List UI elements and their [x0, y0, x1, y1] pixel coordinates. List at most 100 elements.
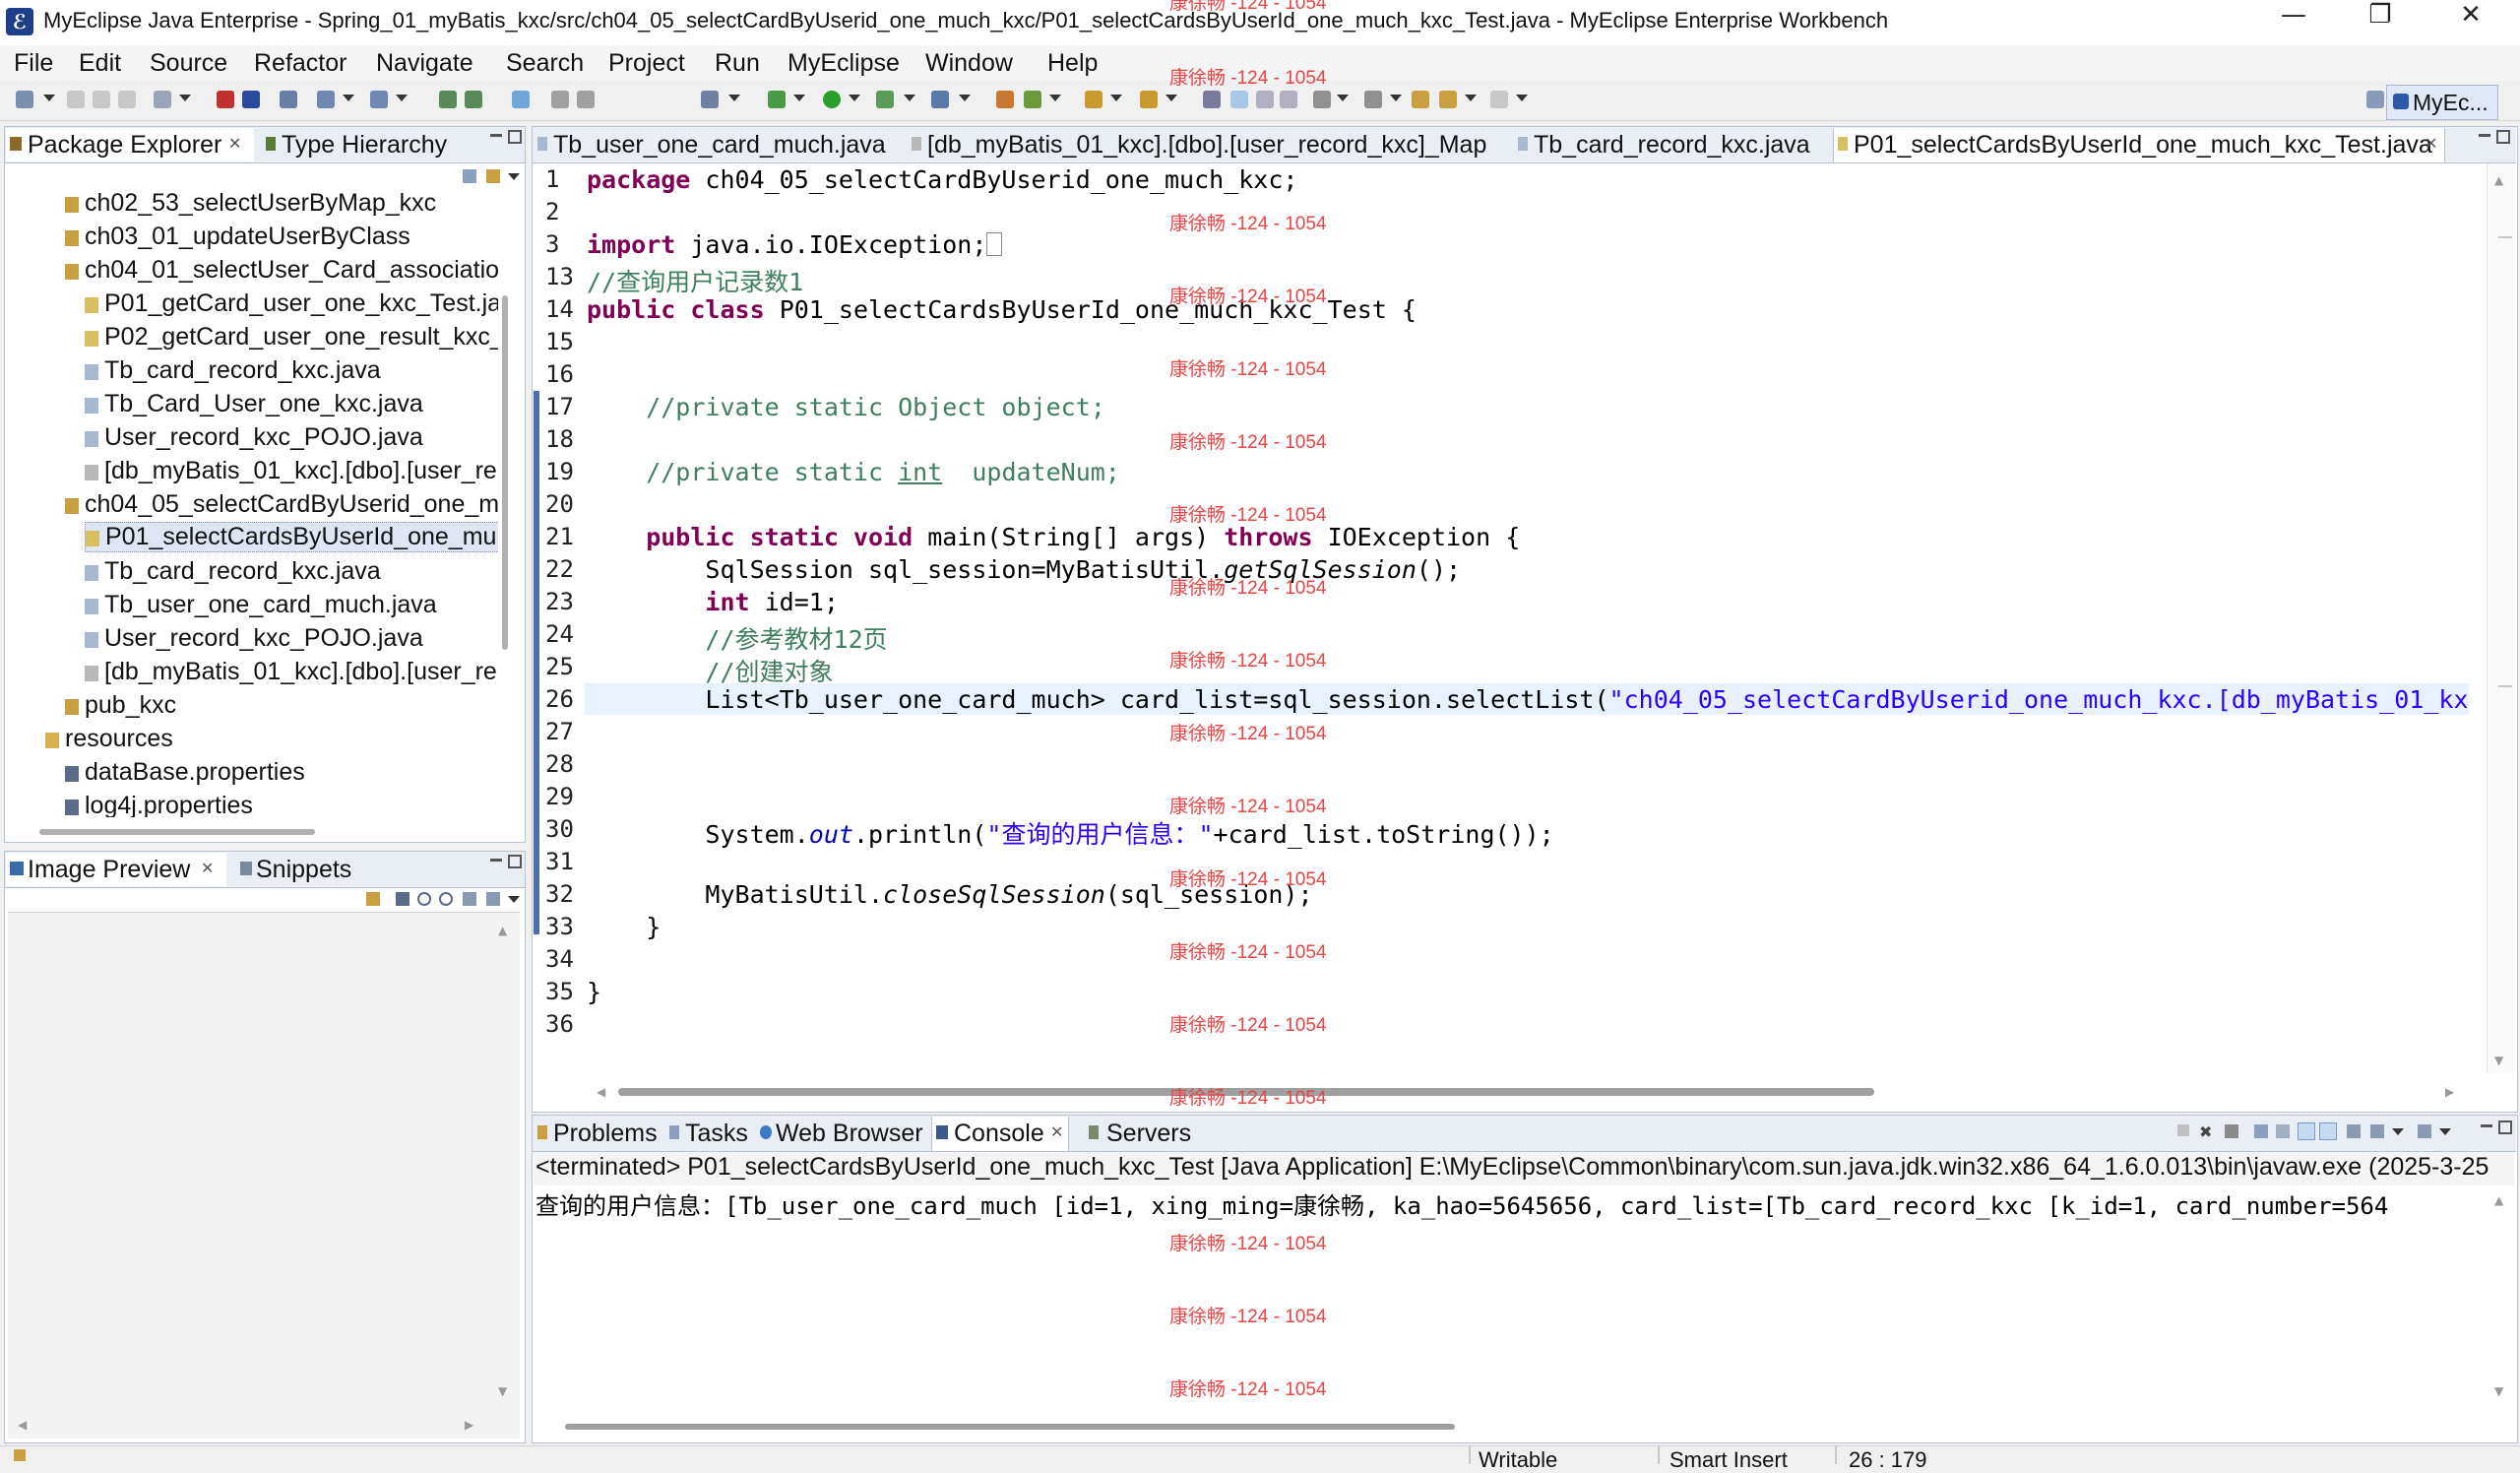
tab-package-explorer[interactable]: Package Explorer ✕ — [6, 128, 254, 161]
forward-icon[interactable] — [1439, 91, 1457, 108]
maximize-icon[interactable] — [508, 855, 522, 868]
view-menu-icon[interactable] — [508, 896, 520, 903]
console-horizontal-scrollbar[interactable] — [565, 1424, 1455, 1430]
menu-source[interactable]: Source — [150, 49, 227, 78]
tab-image-preview[interactable]: Image Preview ✕ — [6, 853, 226, 886]
remove-launch-icon[interactable]: ✖ — [2199, 1122, 2212, 1141]
chevron-down-icon[interactable] — [2392, 1128, 2404, 1135]
code-line-25[interactable]: //创建对象 — [587, 653, 833, 688]
chevron-down-icon[interactable] — [1337, 95, 1349, 101]
menu-myeclipse[interactable]: MyEclipse — [788, 49, 900, 78]
last-edit-icon[interactable] — [1490, 91, 1508, 108]
code-line-13[interactable]: //查询用户记录数1 — [587, 263, 803, 298]
code-line-35[interactable]: } — [587, 978, 601, 1006]
refresh-icon[interactable] — [577, 91, 595, 108]
pin-console-icon[interactable] — [2347, 1124, 2361, 1138]
close-icon[interactable]: ✕ — [2425, 134, 2437, 154]
editor-tab-mapper-xml[interactable]: [db_myBatis_01_kxc].[dbo].[user_record_k… — [910, 128, 1520, 161]
tree-item-file[interactable]: Tb_card_record_kxc.java — [85, 356, 381, 385]
code-line-1[interactable]: package ch04_05_selectCardByUserid_one_m… — [587, 165, 1297, 194]
next-annotation-icon[interactable] — [1203, 91, 1221, 108]
zoom-out-icon[interactable] — [417, 892, 431, 906]
tree-item-file[interactable]: Tb_card_record_kxc.java — [85, 557, 381, 586]
editor-tab-active[interactable]: P01_selectCardsByUserId_one_much_kxc_Tes… — [1833, 128, 2445, 162]
editor-vertical-scrollbar[interactable] — [2487, 163, 2515, 1073]
pin-icon[interactable] — [366, 892, 380, 906]
menu-run[interactable]: Run — [715, 49, 760, 78]
deploy-icon[interactable] — [217, 91, 234, 108]
terminal-icon[interactable] — [701, 91, 719, 108]
tree-item-package[interactable]: pub_kxc — [65, 691, 176, 720]
code-line-24[interactable]: //参考教材12页 — [587, 620, 887, 656]
chevron-down-icon[interactable] — [396, 95, 408, 101]
tree-item-folder[interactable]: resources — [45, 725, 173, 753]
print-icon[interactable] — [118, 91, 136, 108]
minimize-icon[interactable] — [2479, 134, 2490, 137]
close-icon[interactable]: ✕ — [228, 134, 241, 154]
chevron-down-icon[interactable] — [904, 95, 915, 101]
chevron-down-icon[interactable] — [728, 95, 740, 101]
menu-window[interactable]: Window — [925, 49, 1013, 78]
tree-item-file[interactable]: User_record_kxc_POJO.java — [85, 624, 423, 653]
folded-imports-icon[interactable] — [986, 232, 1003, 256]
new-package-icon[interactable] — [465, 91, 482, 108]
code-line-33[interactable]: } — [587, 913, 661, 941]
new-icon[interactable] — [16, 91, 33, 108]
maximize-icon[interactable] — [2496, 130, 2510, 144]
original-size-icon[interactable] — [486, 892, 500, 906]
chevron-down-icon[interactable] — [343, 95, 354, 101]
code-line-22[interactable]: SqlSession sql_session=MyBatisUtil.getSq… — [587, 555, 1461, 584]
tree-vertical-scrollbar[interactable] — [502, 295, 508, 650]
open-perspective-icon[interactable] — [2366, 91, 2384, 108]
tree-item-file[interactable]: Tb_user_one_card_much.java — [85, 591, 437, 619]
lock-icon[interactable] — [551, 91, 569, 108]
minimize-icon[interactable] — [2481, 1124, 2492, 1127]
new-project-icon[interactable] — [154, 91, 171, 108]
chevron-down-icon[interactable] — [1166, 95, 1177, 101]
chevron-down-icon[interactable] — [179, 95, 191, 101]
zoom-in-icon[interactable] — [439, 892, 453, 906]
close-button[interactable]: ✕ — [2431, 0, 2510, 45]
code-line-19[interactable]: //private static int updateNum; — [587, 458, 1120, 486]
annotation-icon[interactable] — [1140, 91, 1158, 108]
prev-edit-icon[interactable] — [1364, 91, 1382, 108]
run-icon[interactable] — [823, 91, 841, 108]
tree-item-package[interactable]: ch04_05_selectCardByUserid_one_m — [65, 490, 498, 519]
scroll-down-icon[interactable]: ▼ — [2494, 1054, 2503, 1067]
scroll-up-icon[interactable]: ▲ — [2494, 1193, 2503, 1207]
terminate-icon[interactable] — [2177, 1124, 2189, 1136]
editor-tab-tb-card-record[interactable]: Tb_card_record_kxc.java — [1516, 128, 1833, 161]
scroll-right-icon[interactable]: ▶ — [465, 1418, 473, 1432]
maximize-icon[interactable] — [508, 130, 522, 144]
tree-item-file[interactable]: [db_myBatis_01_kxc].[dbo].[user_re — [85, 457, 497, 485]
back-icon[interactable] — [1412, 91, 1429, 108]
refresh-server-icon[interactable] — [1024, 91, 1041, 108]
minimize-icon[interactable] — [490, 859, 502, 862]
open-file-icon[interactable] — [996, 91, 1014, 108]
link-editor-icon[interactable] — [486, 169, 500, 183]
fit-icon[interactable] — [463, 892, 476, 906]
minimize-button[interactable]: — — [2254, 0, 2333, 45]
new-class-icon[interactable] — [439, 91, 457, 108]
close-icon[interactable]: ✕ — [201, 859, 214, 878]
chevron-down-icon[interactable] — [1465, 95, 1477, 101]
menu-help[interactable]: Help — [1047, 49, 1098, 78]
clear-console-icon[interactable] — [2254, 1124, 2268, 1138]
chevron-down-icon[interactable] — [1110, 95, 1122, 101]
save-all-icon[interactable] — [93, 91, 110, 108]
close-icon[interactable]: ✕ — [1050, 1122, 1063, 1142]
chevron-down-icon[interactable] — [959, 95, 971, 101]
code-line-17[interactable]: //private static Object object; — [587, 393, 1105, 421]
chevron-down-icon[interactable] — [1516, 95, 1528, 101]
external-tools-icon[interactable] — [931, 91, 949, 108]
remove-all-icon[interactable] — [2225, 1124, 2238, 1138]
maximize-icon[interactable] — [2498, 1121, 2512, 1134]
code-line-21[interactable]: public static void main(String[] args) t… — [587, 523, 1520, 551]
next-edit-icon[interactable] — [1313, 91, 1331, 108]
toggle-mark-icon[interactable] — [1230, 91, 1248, 108]
chevron-down-icon[interactable] — [849, 95, 860, 101]
debug-icon[interactable] — [370, 91, 388, 108]
scroll-left-icon[interactable]: ◀ — [597, 1085, 605, 1099]
block-select-icon[interactable] — [1280, 91, 1297, 108]
tree-item-package[interactable]: ch03_01_updateUserByClass — [65, 223, 410, 251]
